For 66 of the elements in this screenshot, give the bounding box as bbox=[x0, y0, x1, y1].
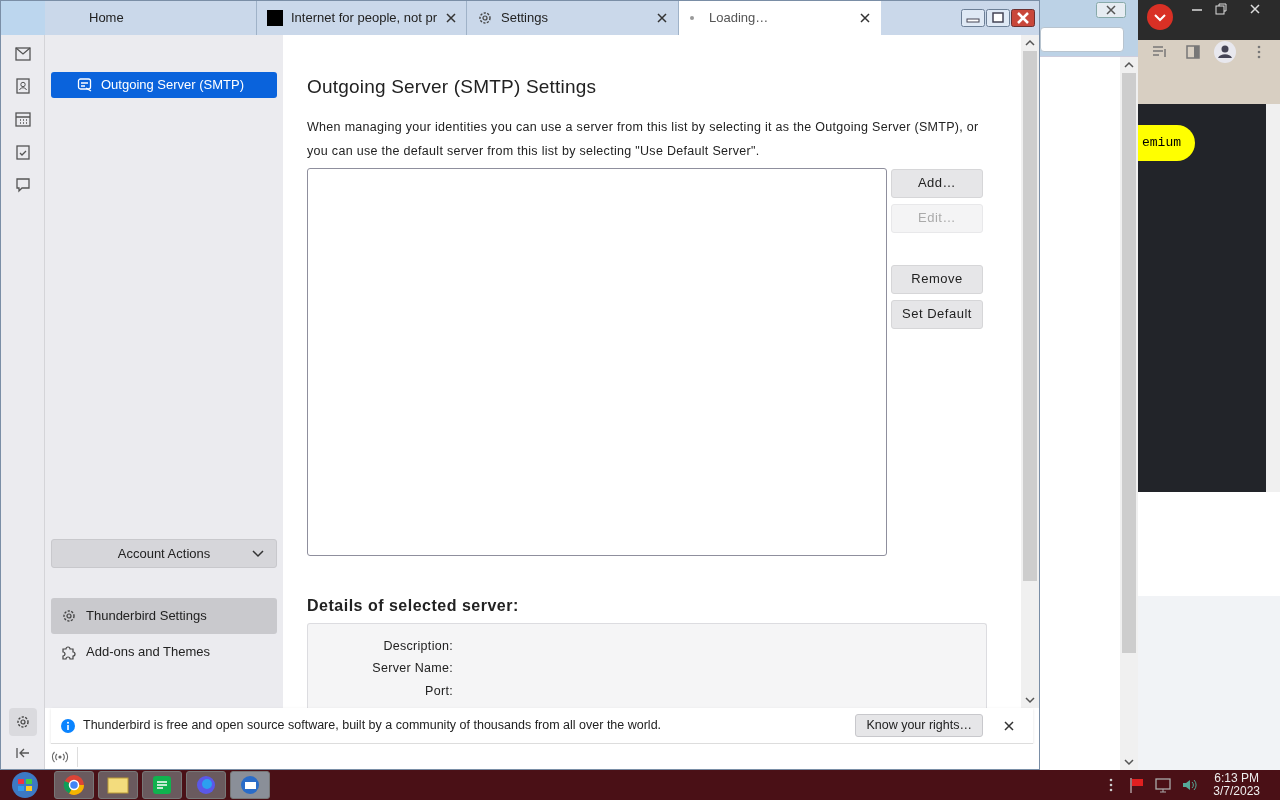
field-label: Port: bbox=[424, 682, 453, 700]
close-icon[interactable] bbox=[1096, 2, 1126, 18]
notification-text: Thunderbird is free and open source software, built by a community of thousands from all over the world. bbox=[83, 717, 663, 735]
sidebar-link[interactable]: Thunderbird Settings bbox=[51, 598, 277, 634]
dialog-button[interactable]: Remove bbox=[891, 264, 983, 294]
chat-icon[interactable] bbox=[14, 177, 31, 193]
close-icon[interactable] bbox=[1011, 9, 1035, 27]
scroll-up-icon[interactable] bbox=[1025, 39, 1035, 47]
text-field[interactable] bbox=[1040, 27, 1124, 52]
description-text: When managing your identities you can use a server from this list by selecting it as the Outgoing Server (SMTP), or you can use the default server from this list by selecting "Use Default Server". bbox=[307, 118, 980, 160]
dialog-button[interactable]: Add… bbox=[891, 168, 983, 198]
close-icon[interactable] bbox=[656, 12, 668, 24]
gear-icon bbox=[477, 10, 493, 26]
maximize-icon[interactable] bbox=[986, 9, 1010, 27]
scrollbar[interactable] bbox=[1266, 104, 1280, 492]
know-your-rights-button[interactable]: Know your rights… bbox=[855, 714, 983, 737]
settings-button[interactable] bbox=[8, 708, 37, 736]
scroll-down-icon[interactable] bbox=[1124, 758, 1134, 766]
minimize-icon[interactable] bbox=[961, 9, 985, 27]
dialog-button: Edit… bbox=[891, 203, 983, 233]
close-icon[interactable] bbox=[1003, 719, 1015, 732]
clipboard-check-icon[interactable] bbox=[15, 144, 30, 160]
chevron-down-icon bbox=[252, 550, 264, 558]
settings-icon bbox=[14, 714, 31, 730]
taskbar-button[interactable] bbox=[98, 771, 138, 799]
close-icon[interactable] bbox=[859, 12, 871, 24]
restore-icon[interactable] bbox=[1214, 2, 1228, 16]
address-book-icon[interactable] bbox=[14, 78, 31, 94]
account-item[interactable]: Outgoing Server (SMTP) bbox=[51, 72, 277, 98]
settings-title: Outgoing Server (SMTP) Settings bbox=[307, 75, 598, 99]
scroll-up-icon[interactable] bbox=[1124, 61, 1134, 69]
close-icon[interactable] bbox=[445, 12, 457, 24]
monitor-icon[interactable] bbox=[1155, 777, 1172, 793]
calendar-icon[interactable] bbox=[14, 111, 31, 127]
speaker-icon[interactable] bbox=[1181, 777, 1198, 793]
sidebar-link[interactable]: Add-ons and Themes bbox=[51, 634, 277, 670]
flag-icon[interactable] bbox=[1129, 777, 1146, 793]
caret-down-icon[interactable] bbox=[1146, 3, 1174, 31]
scrollbar[interactable] bbox=[1120, 57, 1138, 770]
clock-date: 3/7/2023 bbox=[1213, 785, 1260, 798]
server-icon bbox=[77, 77, 93, 93]
account-actions-button[interactable]: Account Actions bbox=[51, 539, 277, 568]
connection-status-icon bbox=[51, 750, 69, 763]
tab[interactable]: Loading… bbox=[679, 1, 881, 35]
clock-time: 6:13 PM bbox=[1214, 772, 1259, 785]
taskbar-button[interactable] bbox=[54, 771, 94, 799]
taskbar-button[interactable] bbox=[230, 771, 270, 799]
gear-icon bbox=[61, 608, 77, 624]
profile-icon[interactable] bbox=[1214, 41, 1236, 63]
pill-button[interactable]: emium bbox=[1138, 125, 1195, 161]
more-icon[interactable] bbox=[1109, 778, 1114, 792]
mail-icon[interactable] bbox=[14, 47, 31, 61]
scroll-down-icon[interactable] bbox=[1025, 696, 1035, 704]
field-label: Description: bbox=[382, 637, 453, 655]
site-logo-icon bbox=[267, 10, 283, 26]
field-label: Server Name: bbox=[371, 660, 453, 677]
info-icon bbox=[61, 718, 75, 733]
scrollbar[interactable] bbox=[1021, 35, 1039, 708]
puzzle-icon bbox=[61, 644, 77, 660]
side-panel-icon[interactable] bbox=[1186, 45, 1200, 59]
close-icon[interactable] bbox=[1248, 2, 1262, 16]
dialog-button[interactable]: Set Default bbox=[891, 299, 983, 329]
collapse-icon[interactable] bbox=[15, 747, 30, 759]
section-heading: Details of selected server: bbox=[307, 595, 520, 616]
dot-icon bbox=[689, 15, 695, 21]
taskbar-button[interactable] bbox=[142, 771, 182, 799]
